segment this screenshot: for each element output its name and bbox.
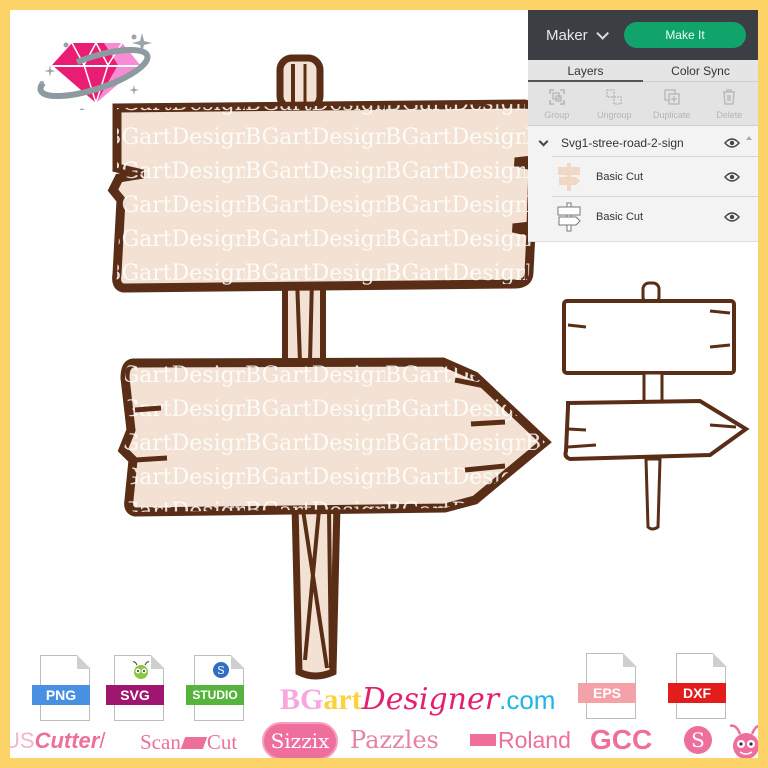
svg-text:S: S	[217, 664, 225, 677]
studio-label: STUDIO	[186, 685, 244, 705]
layers-panel: Maker Make It Layers Color Sync Group Un…	[528, 10, 758, 242]
scanncut-n-icon	[180, 737, 208, 749]
chevron-down-icon[interactable]	[538, 136, 549, 146]
eye-icon[interactable]	[724, 211, 740, 223]
uscutter-logo: USCutter/	[10, 728, 105, 754]
layer-row[interactable]: Basic Cut	[552, 156, 758, 196]
layer-group-name: Svg1-stree-road-2-sign	[561, 136, 684, 150]
brand-part-com: .com	[499, 685, 556, 715]
filled-sign-thumbnail	[558, 162, 580, 191]
brand-part-bg: BG	[280, 683, 324, 716]
outline-sign-thumbnail	[557, 202, 581, 231]
tab-color-sync[interactable]: Color Sync	[643, 60, 758, 81]
delete-label: Delete	[716, 109, 743, 120]
machine-logos-row: USCutter/ Scan Cut Sizzix Pazzles Roland …	[10, 722, 758, 758]
ungroup-button[interactable]: Ungroup	[586, 82, 644, 125]
eps-file-icon: EPS	[578, 653, 644, 723]
pazzles-logo: Pazzles	[350, 726, 439, 754]
scanncut-cut: Cut	[206, 730, 238, 754]
layer-name: Basic Cut	[596, 210, 644, 223]
eps-label: EPS	[578, 683, 636, 703]
scanncut-logo: Scan Cut	[140, 730, 237, 755]
duplicate-icon	[664, 88, 680, 105]
roland-mark-icon	[470, 734, 496, 746]
scroll-up-arrow[interactable]	[746, 136, 752, 140]
brand-part-art: art	[323, 683, 362, 716]
eye-icon[interactable]	[724, 171, 740, 183]
panel-header: Maker Make It	[528, 10, 758, 60]
trash-icon	[723, 88, 736, 105]
tab-layers[interactable]: Layers	[528, 60, 643, 82]
signpost-filled: BGartDesigner	[107, 54, 552, 680]
duplicate-label: Duplicate	[652, 109, 691, 120]
signpost-outline	[562, 281, 750, 531]
layer-group-row[interactable]: Svg1-stree-road-2-sign	[528, 130, 758, 156]
group-button[interactable]: Group	[528, 82, 586, 125]
layer-name: Basic Cut	[596, 170, 644, 183]
make-it-button[interactable]: Make It	[624, 22, 746, 48]
layer-toolbar: Group Ungroup Duplicate Delete	[528, 82, 758, 126]
chevron-down-icon	[595, 26, 609, 40]
machine-select-label: Maker	[546, 26, 588, 44]
brand-wordmark: BGartDesigner.com	[280, 682, 555, 717]
studio-file-icon: S STUDIO	[186, 655, 252, 725]
png-label: PNG	[32, 685, 90, 705]
gcc-logo: GCC	[590, 724, 653, 755]
svg-file-icon: SVG	[106, 655, 172, 725]
eye-icon[interactable]	[724, 137, 740, 149]
machine-select[interactable]: Maker	[546, 26, 609, 44]
svg-label: SVG	[106, 685, 164, 705]
uscutter-cutter: Cutter	[34, 728, 100, 753]
silhouette-logo: S	[684, 726, 712, 754]
layer-row[interactable]: Basic Cut	[552, 196, 758, 236]
png-file-icon: PNG	[32, 655, 98, 725]
canvas: BGartDesigner Maker	[10, 10, 758, 758]
delete-button[interactable]: Delete	[701, 82, 759, 125]
ungroup-label: Ungroup	[596, 109, 632, 120]
silhouette-icon: S	[213, 662, 229, 678]
dxf-file-icon: DXF	[668, 653, 734, 723]
layers-list: Svg1-stree-road-2-sign Basic Cut Basic C…	[528, 126, 758, 236]
brand-part-designer: Designer	[361, 682, 500, 717]
duplicate-button[interactable]: Duplicate	[643, 82, 701, 125]
scanncut-scan: Scan	[140, 730, 181, 754]
roland-logo: Roland	[498, 727, 571, 753]
group-icon	[549, 88, 565, 105]
dxf-label: DXF	[668, 683, 726, 703]
uscutter-us: US	[10, 728, 35, 753]
cricut-bug-icon	[132, 661, 150, 679]
group-label: Group	[544, 109, 570, 120]
post-top	[276, 54, 324, 112]
cricut-bug-logo	[729, 724, 758, 758]
panel-tabs: Layers Color Sync	[528, 60, 758, 82]
sizzix-logo: Sizzix	[262, 722, 338, 758]
ungroup-icon	[606, 88, 622, 105]
